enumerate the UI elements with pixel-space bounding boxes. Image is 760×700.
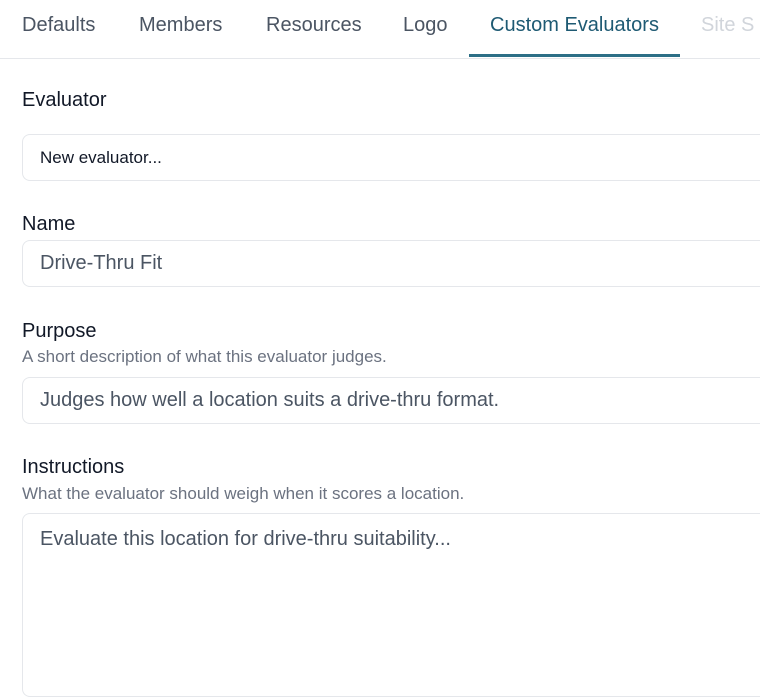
tab-defaults[interactable]: Defaults [22, 0, 95, 50]
instructions-textarea[interactable]: Evaluate this location for drive-thru su… [22, 513, 760, 697]
tab-site-settings[interactable]: Site S [701, 0, 754, 50]
tab-members[interactable]: Members [139, 0, 222, 50]
instructions-label: Instructions [22, 456, 125, 478]
purpose-label: Purpose [22, 320, 97, 342]
tab-logo[interactable]: Logo [403, 0, 448, 50]
instructions-hint: What the evaluator should weigh when it … [22, 484, 465, 503]
purpose-hint: A short description of what this evaluat… [22, 347, 387, 366]
purpose-input[interactable]: Judges how well a location suits a drive… [22, 377, 760, 424]
name-label: Name [22, 213, 76, 235]
settings-tab-bar: Defaults Members Resources Logo Custom E… [0, 0, 760, 59]
name-input[interactable]: Drive-Thru Fit [22, 240, 760, 287]
evaluator-select[interactable]: New evaluator... [22, 134, 760, 181]
tab-resources[interactable]: Resources [266, 0, 362, 50]
evaluator-label: Evaluator [22, 89, 107, 111]
tab-custom-evaluators[interactable]: Custom Evaluators [490, 0, 659, 50]
custom-evaluators-page: Defaults Members Resources Logo Custom E… [0, 0, 760, 700]
active-tab-indicator [469, 54, 680, 57]
